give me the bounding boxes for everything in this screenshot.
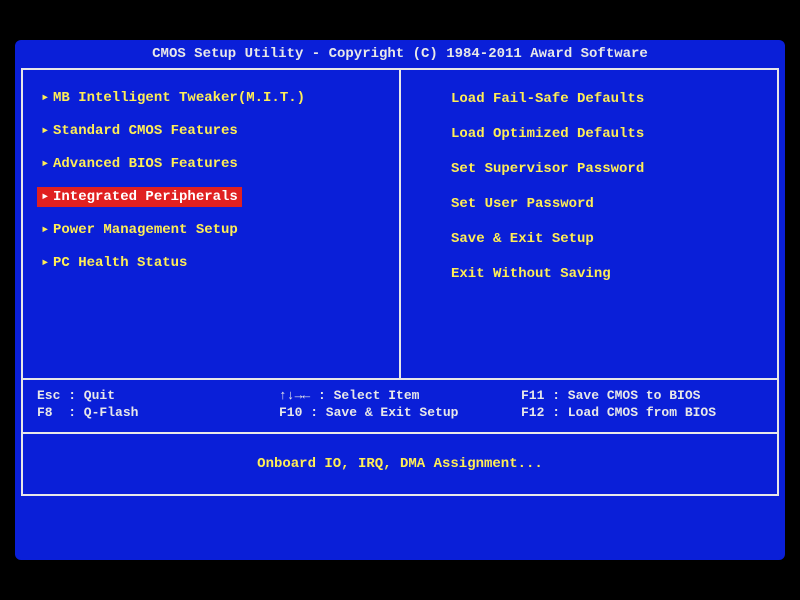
menu-standard-cmos[interactable]: ▸Standard CMOS Features xyxy=(37,121,385,141)
arrow-icon: ▸ xyxy=(41,256,53,270)
help-esc: Esc : Quit xyxy=(37,388,279,403)
help-box: Esc : Quit ↑↓→← : Select Item F11 : Save… xyxy=(21,380,779,434)
menu-power-management[interactable]: ▸Power Management Setup xyxy=(37,220,385,240)
menu-pc-health[interactable]: ▸PC Health Status xyxy=(37,253,385,273)
description-box: Onboard IO, IRQ, DMA Assignment... xyxy=(21,434,779,496)
menu-label: Power Management Setup xyxy=(53,222,238,238)
left-column: ▸MB Intelligent Tweaker(M.I.T.) ▸Standar… xyxy=(23,70,401,378)
menu-load-failsafe[interactable]: Load Fail-Safe Defaults xyxy=(415,88,763,110)
bios-screen: CMOS Setup Utility - Copyright (C) 1984-… xyxy=(15,40,785,560)
menu-supervisor-password[interactable]: Set Supervisor Password xyxy=(415,158,763,180)
menu-label: Advanced BIOS Features xyxy=(53,156,238,172)
menu-label: PC Health Status xyxy=(53,255,187,271)
help-arrows: ↑↓→← : Select Item xyxy=(279,388,521,403)
arrow-icon: ▸ xyxy=(41,91,53,105)
menu-user-password[interactable]: Set User Password xyxy=(415,193,763,215)
menu-exit-no-save[interactable]: Exit Without Saving xyxy=(415,263,763,285)
description-text: Onboard IO, IRQ, DMA Assignment... xyxy=(257,456,543,472)
menu-save-exit[interactable]: Save & Exit Setup xyxy=(415,228,763,250)
menu-label: Integrated Peripherals xyxy=(53,189,238,205)
page-title: CMOS Setup Utility - Copyright (C) 1984-… xyxy=(21,42,779,68)
menu-mb-tweaker[interactable]: ▸MB Intelligent Tweaker(M.I.T.) xyxy=(37,88,385,108)
right-column: Load Fail-Safe Defaults Load Optimized D… xyxy=(401,70,777,378)
menu-integrated-peripherals[interactable]: ▸Integrated Peripherals xyxy=(37,187,242,207)
help-f12: F12 : Load CMOS from BIOS xyxy=(521,405,763,420)
help-f8: F8 : Q-Flash xyxy=(37,405,279,420)
help-f11: F11 : Save CMOS to BIOS xyxy=(521,388,763,403)
arrow-icon: ▸ xyxy=(41,190,53,204)
arrow-icon: ▸ xyxy=(41,124,53,138)
main-menu-box: ▸MB Intelligent Tweaker(M.I.T.) ▸Standar… xyxy=(21,68,779,380)
menu-label: MB Intelligent Tweaker(M.I.T.) xyxy=(53,90,305,106)
menu-load-optimized[interactable]: Load Optimized Defaults xyxy=(415,123,763,145)
arrow-icon: ▸ xyxy=(41,157,53,171)
menu-advanced-bios[interactable]: ▸Advanced BIOS Features xyxy=(37,154,385,174)
help-f10: F10 : Save & Exit Setup xyxy=(279,405,521,420)
menu-label: Standard CMOS Features xyxy=(53,123,238,139)
arrow-icon: ▸ xyxy=(41,223,53,237)
